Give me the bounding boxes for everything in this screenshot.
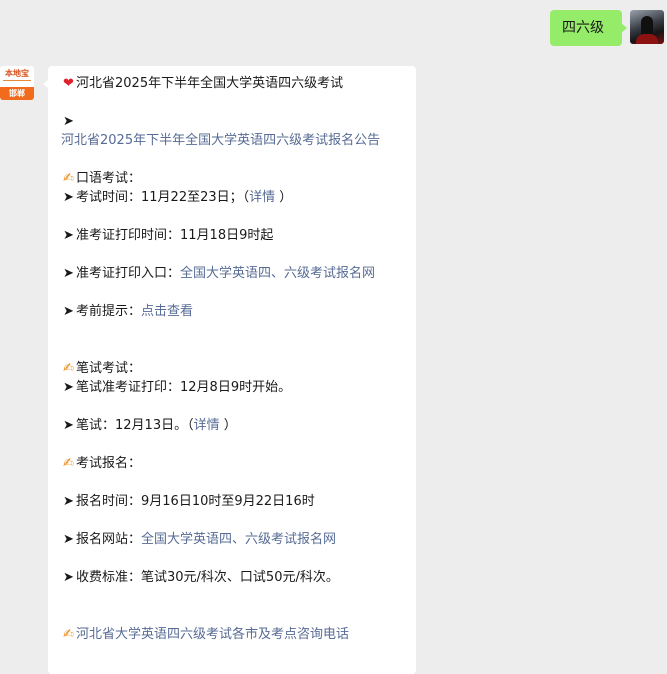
message-text: 考试时间：11月22至23日；（ <box>76 190 250 205</box>
message-line <box>61 435 416 454</box>
message-line <box>61 511 416 530</box>
arrow-icon: ➤ <box>63 418 74 433</box>
pen-icon: ✍ <box>63 456 74 471</box>
bot-avatar-city: 邯郸 <box>0 87 34 100</box>
arrow-icon: ➤ <box>63 114 74 129</box>
user-message-bubble: 四六级 <box>550 10 627 46</box>
arrow-icon: ➤ <box>63 494 74 509</box>
message-line: ➤ 收费标准：笔试30元/科次、口试50元/科次。 <box>61 568 416 587</box>
message-line: 河北省2025年下半年全国大学英语四六级考试报名公告 <box>61 131 416 150</box>
message-line: ➤ 笔试：12月13日。（详情 ） <box>61 416 416 435</box>
message-line <box>61 93 416 112</box>
message-text: 笔试准考证打印：12月8日9时开始。 <box>76 380 292 395</box>
message-line: ✍ 口语考试： <box>61 169 416 188</box>
message-line <box>61 340 416 359</box>
bot-message-bubble: ❤ 河北省2025年下半年全国大学英语四六级考试 ➤ 河北省2025年下半年全国大学英… <box>43 66 416 674</box>
heart-icon: ❤ <box>63 76 74 91</box>
message-link[interactable]: 详情 <box>194 418 220 433</box>
arrow-icon: ➤ <box>63 304 74 319</box>
message-line: ➤ 报名时间：9月16日10时至9月22日16时 <box>61 492 416 511</box>
message-link[interactable]: 全国大学英语四、六级考试报名网 <box>180 266 375 281</box>
arrow-icon: ➤ <box>63 532 74 547</box>
message-line: ➤ 准考证打印入口：全国大学英语四、六级考试报名网 <box>61 264 416 283</box>
message-line <box>61 549 416 568</box>
message-text: 笔试考试： <box>76 361 142 376</box>
message-link[interactable]: 全国大学英语四、六级考试报名网 <box>141 532 336 547</box>
pen-icon: ✍ <box>63 627 74 642</box>
message-text: 收费标准：笔试30元/科次、口试50元/科次。 <box>76 570 339 585</box>
message-line <box>61 606 416 625</box>
bot-avatar-brand: 本地宝 <box>5 69 29 78</box>
message-line: ✍ 河北省大学英语四六级考试各市及考点咨询电话 <box>61 625 416 644</box>
message-line <box>61 283 416 302</box>
message-text: 考试报名： <box>76 456 142 471</box>
message-line: ➤ 考试时间：11月22至23日；（详情 ） <box>61 188 416 207</box>
message-line <box>61 397 416 416</box>
message-text: 报名时间：9月16日10时至9月22日16时 <box>76 494 315 509</box>
message-line <box>61 207 416 226</box>
message-line: ➤ 报名网站：全国大学英语四、六级考试报名网 <box>61 530 416 549</box>
message-line <box>61 245 416 264</box>
message-line: ➤ 准考证打印时间：11月18日9时起 <box>61 226 416 245</box>
message-text: 考前提示： <box>76 304 142 319</box>
message-line <box>61 150 416 169</box>
message-line: ➤ 考前提示：点击查看 <box>61 302 416 321</box>
message-line <box>61 321 416 340</box>
pen-icon: ✍ <box>63 171 74 186</box>
user-message-text: 四六级 <box>562 20 604 36</box>
message-text: 准考证打印入口： <box>76 266 181 281</box>
user-avatar[interactable] <box>630 10 664 44</box>
message-text: 笔试：12月13日。（ <box>76 418 194 433</box>
message-text: 口语考试： <box>76 171 142 186</box>
message-line: ➤ 笔试准考证打印：12月8日9时开始。 <box>61 378 416 397</box>
message-line <box>61 587 416 606</box>
arrow-icon: ➤ <box>63 380 74 395</box>
pen-icon: ✍ <box>63 361 74 376</box>
message-text: 报名网站： <box>76 532 142 547</box>
message-text: ） <box>275 190 293 205</box>
arrow-icon: ➤ <box>63 266 74 281</box>
message-text: ） <box>219 418 237 433</box>
message-line: ➤ <box>61 112 416 131</box>
message-line: ❤ 河北省2025年下半年全国大学英语四六级考试 <box>61 74 416 93</box>
message-text: 准考证打印时间：11月18日9时起 <box>76 228 274 243</box>
message-link[interactable]: 河北省大学英语四六级考试各市及考点咨询电话 <box>76 627 349 642</box>
arrow-icon: ➤ <box>63 190 74 205</box>
message-line: ✍ 笔试考试： <box>61 359 416 378</box>
message-link[interactable]: 河北省2025年下半年全国大学英语四六级考试报名公告 <box>61 133 380 148</box>
message-line <box>61 473 416 492</box>
message-text: 河北省2025年下半年全国大学英语四六级考试 <box>76 76 344 91</box>
bot-avatar[interactable]: 本地宝 邯郸 <box>0 66 34 100</box>
arrow-icon: ➤ <box>63 228 74 243</box>
message-line: ✍ 考试报名： <box>61 454 416 473</box>
message-link[interactable]: 详情 <box>249 190 275 205</box>
message-link[interactable]: 点击查看 <box>141 304 193 319</box>
arrow-icon: ➤ <box>63 570 74 585</box>
